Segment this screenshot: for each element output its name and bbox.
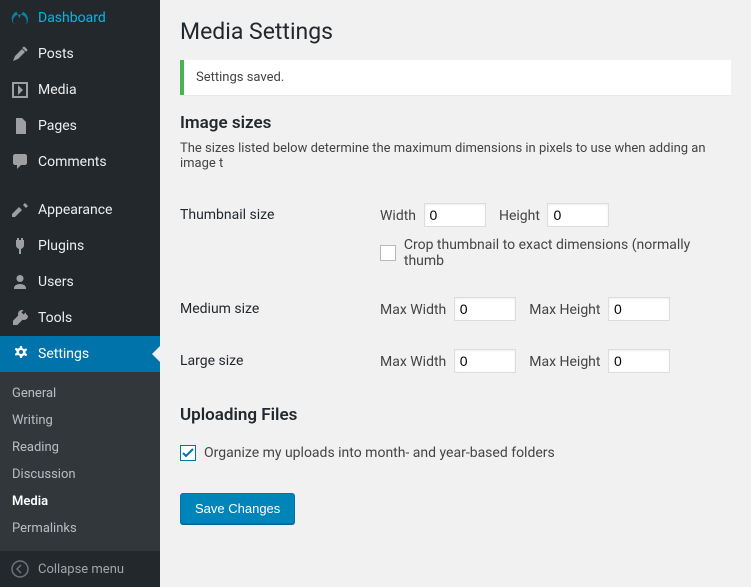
menu-label: Users xyxy=(38,274,74,290)
admin-sidebar: Dashboard Posts Media Pages Comments App… xyxy=(0,0,160,572)
submenu-item-reading[interactable]: Reading xyxy=(0,434,160,461)
maxwidth-label: Max Width xyxy=(380,302,446,318)
sidebar-item-settings[interactable]: Settings xyxy=(0,336,160,372)
thumbnail-size-label: Thumbnail size xyxy=(180,189,380,283)
height-label: Height xyxy=(499,208,540,224)
medium-height-input[interactable] xyxy=(608,297,670,321)
submenu-item-discussion[interactable]: Discussion xyxy=(0,461,160,488)
sidebar-item-comments[interactable]: Comments xyxy=(0,144,160,180)
page-title: Media Settings xyxy=(180,18,731,45)
collapse-label: Collapse menu xyxy=(38,562,124,577)
comments-icon xyxy=(10,152,30,172)
submenu-item-general[interactable]: General xyxy=(0,380,160,407)
image-sizes-description: The sizes listed below determine the max… xyxy=(180,141,731,171)
thumbnail-width-input[interactable] xyxy=(424,203,486,227)
submenu-item-writing[interactable]: Writing xyxy=(0,407,160,434)
settings-icon xyxy=(10,344,30,364)
menu-label: Dashboard xyxy=(38,10,106,26)
sidebar-item-pages[interactable]: Pages xyxy=(0,108,160,144)
medium-size-label: Medium size xyxy=(180,283,380,335)
sidebar-item-users[interactable]: Users xyxy=(0,264,160,300)
submenu-item-media[interactable]: Media xyxy=(0,488,160,515)
large-size-label: Large size xyxy=(180,335,380,387)
sidebar-item-tools[interactable]: Tools xyxy=(0,300,160,336)
menu-label: Settings xyxy=(38,346,89,362)
organize-uploads-checkbox[interactable] xyxy=(180,445,196,461)
crop-thumbnail-checkbox[interactable] xyxy=(380,245,396,261)
sidebar-item-plugins[interactable]: Plugins xyxy=(0,228,160,264)
menu-label: Comments xyxy=(38,154,107,170)
save-changes-button[interactable]: Save Changes xyxy=(180,493,295,524)
sidebar-item-posts[interactable]: Posts xyxy=(0,36,160,72)
large-width-input[interactable] xyxy=(454,349,516,373)
media-icon xyxy=(10,80,30,100)
maxheight-label-2: Max Height xyxy=(529,354,600,370)
notice-success: Settings saved. xyxy=(180,60,731,95)
sidebar-item-dashboard[interactable]: Dashboard xyxy=(0,0,160,36)
collapse-icon xyxy=(10,559,30,579)
submenu-item-permalinks[interactable]: Permalinks xyxy=(0,515,160,542)
dashboard-icon xyxy=(10,8,30,28)
menu-label: Tools xyxy=(38,310,72,326)
tools-icon xyxy=(10,308,30,328)
sidebar-item-media[interactable]: Media xyxy=(0,72,160,108)
pin-icon xyxy=(10,44,30,64)
menu-label: Plugins xyxy=(38,238,84,254)
appearance-icon xyxy=(10,200,30,220)
sidebar-item-appearance[interactable]: Appearance xyxy=(0,192,160,228)
maxwidth-label-2: Max Width xyxy=(380,354,446,370)
notice-text: Settings saved. xyxy=(196,70,284,85)
menu-label: Media xyxy=(38,82,77,98)
content-area: Media Settings Settings saved. Image siz… xyxy=(160,0,751,572)
menu-label: Pages xyxy=(38,118,77,134)
users-icon xyxy=(10,272,30,292)
plugins-icon xyxy=(10,236,30,256)
section-heading-uploading: Uploading Files xyxy=(180,405,731,425)
crop-thumbnail-label: Crop thumbnail to exact dimensions (norm… xyxy=(404,237,731,269)
large-height-input[interactable] xyxy=(608,349,670,373)
medium-width-input[interactable] xyxy=(454,297,516,321)
menu-label: Posts xyxy=(38,46,74,62)
maxheight-label: Max Height xyxy=(529,302,600,318)
thumbnail-height-input[interactable] xyxy=(547,203,609,227)
section-heading-image-sizes: Image sizes xyxy=(180,113,731,133)
collapse-menu[interactable]: Collapse menu xyxy=(0,550,160,587)
menu-label: Appearance xyxy=(38,202,112,218)
organize-uploads-label: Organize my uploads into month- and year… xyxy=(204,445,555,461)
width-label: Width xyxy=(380,208,416,224)
pages-icon xyxy=(10,116,30,136)
settings-submenu: General Writing Reading Discussion Media… xyxy=(0,372,160,550)
